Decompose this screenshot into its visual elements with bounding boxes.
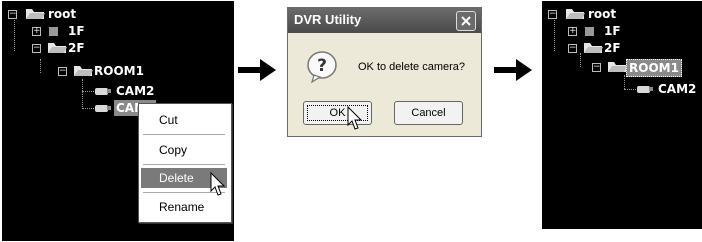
folder-icon [608, 62, 627, 72]
collapse-icon[interactable]: − [592, 63, 601, 72]
folder-icon [49, 27, 58, 36]
tree-connector [82, 108, 94, 109]
tree-label-2f: 2F [604, 41, 621, 55]
right-tree-panel: − root + 1F − 2F − ROOM1 CAM2 [542, 1, 702, 229]
question-icon: ? [307, 51, 337, 84]
svg-text:?: ? [317, 56, 327, 76]
tree-label-cam2: CAM2 [658, 82, 697, 96]
tree-connector [580, 53, 581, 67]
collapse-icon[interactable]: − [32, 44, 41, 53]
camera-icon [95, 105, 111, 112]
tree-connector [554, 17, 555, 51]
context-menu: Cut Copy Delete Rename [138, 103, 232, 223]
close-icon [461, 16, 471, 26]
tree-connector [40, 59, 41, 73]
tree-connector [624, 89, 636, 90]
confirm-dialog: DVR Utility ? OK to delete camera? OK Ca… [287, 7, 482, 137]
tree-label-cam2: CAM2 [116, 84, 155, 98]
left-tree-panel: − root + 1F − 2F − ROOM1 CAM2 CAM3 Cut C… [2, 1, 234, 241]
tree-label-room1: ROOM1 [626, 59, 682, 77]
folder-icon [585, 27, 594, 36]
camera-icon [637, 86, 653, 93]
menu-separator [143, 134, 225, 135]
tree-connector [82, 91, 94, 92]
tree-connector [14, 17, 15, 51]
tree-label-room1: ROOM1 [94, 64, 144, 78]
tree-connector [82, 79, 83, 109]
tree-label-1f: 1F [68, 24, 85, 38]
collapse-icon[interactable]: − [58, 67, 67, 76]
menu-item-cut[interactable]: Cut [141, 110, 227, 130]
folder-icon [74, 66, 93, 76]
folder-icon [26, 9, 45, 19]
folder-icon [48, 43, 67, 53]
dialog-message: OK to delete camera? [358, 61, 466, 73]
close-button[interactable] [456, 11, 476, 31]
mouse-cursor-icon [347, 106, 363, 130]
expand-icon[interactable]: + [32, 27, 41, 36]
tree-label-2f: 2F [68, 41, 85, 55]
folder-icon [566, 9, 585, 19]
dialog-title: DVR Utility [294, 12, 362, 27]
dialog-titlebar[interactable]: DVR Utility [288, 8, 481, 33]
camera-icon [95, 88, 111, 95]
collapse-icon[interactable]: − [568, 44, 577, 53]
collapse-icon[interactable]: − [8, 10, 17, 19]
mouse-cursor-icon [210, 172, 226, 196]
expand-icon[interactable]: + [568, 27, 577, 36]
cancel-button-label: Cancel [411, 107, 446, 119]
tree-label-root: root [588, 7, 617, 21]
menu-item-copy[interactable]: Copy [141, 140, 227, 160]
right-arrow-icon [494, 59, 532, 81]
menu-separator [143, 164, 225, 165]
collapse-icon[interactable]: − [548, 10, 557, 19]
tree-label-root: root [48, 7, 77, 21]
menu-item-rename[interactable]: Rename [141, 197, 227, 217]
tree-label-1f: 1F [604, 24, 621, 38]
tree-connector [624, 75, 625, 89]
folder-icon [584, 43, 603, 53]
right-arrow-icon [238, 59, 276, 81]
cancel-button[interactable]: Cancel [394, 101, 463, 125]
